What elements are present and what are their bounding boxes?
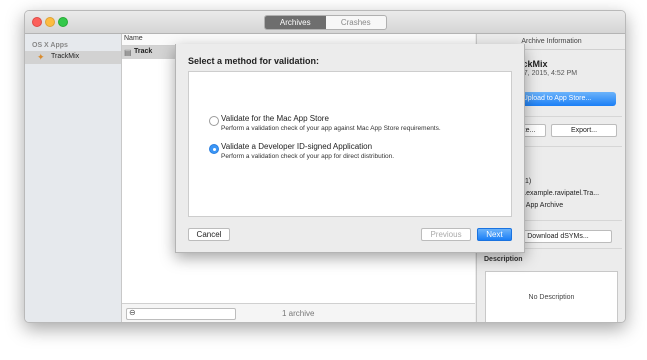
list-footer: ⊖ 1 archive	[122, 303, 475, 322]
filter-icon: ⊖	[129, 308, 136, 317]
option-detail-developer-id: Perform a validation check of your app f…	[221, 153, 395, 160]
description-field[interactable]: No Description	[485, 271, 618, 322]
app-icon: ✦	[37, 52, 45, 62]
tab-archives[interactable]: Archives	[265, 16, 326, 29]
column-header-name[interactable]: Name	[124, 35, 143, 42]
cancel-button[interactable]: Cancel	[188, 228, 230, 241]
export-button[interactable]: Export...	[551, 124, 617, 137]
radio-mac-app-store[interactable]	[209, 116, 219, 126]
title-bar: Archives Crashes	[25, 11, 625, 34]
archive-icon: ▤	[124, 48, 132, 57]
zoom-window-button[interactable]	[58, 17, 68, 27]
description-title: Description	[484, 256, 523, 263]
archive-count: 1 archive	[282, 309, 315, 318]
filter-field[interactable]: ⊖	[126, 308, 236, 320]
validation-sheet: Select a method for validation: Validate…	[175, 44, 525, 253]
option-detail-mac-app-store: Perform a validation check of your app a…	[221, 125, 441, 132]
row-name: Track	[134, 48, 153, 55]
sheet-title: Select a method for validation:	[188, 56, 320, 66]
view-switcher: Archives Crashes	[264, 15, 387, 30]
sidebar-item-trackmix[interactable]: ✦ TrackMix	[25, 51, 121, 64]
sidebar-header: OS X Apps	[32, 42, 68, 49]
radio-developer-id[interactable]	[209, 144, 219, 154]
sidebar: OS X Apps ✦ TrackMix	[25, 34, 122, 322]
previous-button[interactable]: Previous	[421, 228, 471, 241]
next-button[interactable]: Next	[477, 228, 512, 241]
option-label-mac-app-store[interactable]: Validate for the Mac App Store	[221, 114, 329, 123]
close-window-button[interactable]	[32, 17, 42, 27]
minimize-window-button[interactable]	[45, 17, 55, 27]
options-box: Validate for the Mac App Store Perform a…	[188, 71, 512, 217]
option-label-developer-id[interactable]: Validate a Developer ID-signed Applicati…	[221, 142, 372, 151]
sidebar-item-label: TrackMix	[51, 53, 80, 60]
organizer-window: Archives Crashes OS X Apps ✦ TrackMix Na…	[24, 10, 626, 323]
tab-crashes[interactable]: Crashes	[326, 16, 387, 29]
